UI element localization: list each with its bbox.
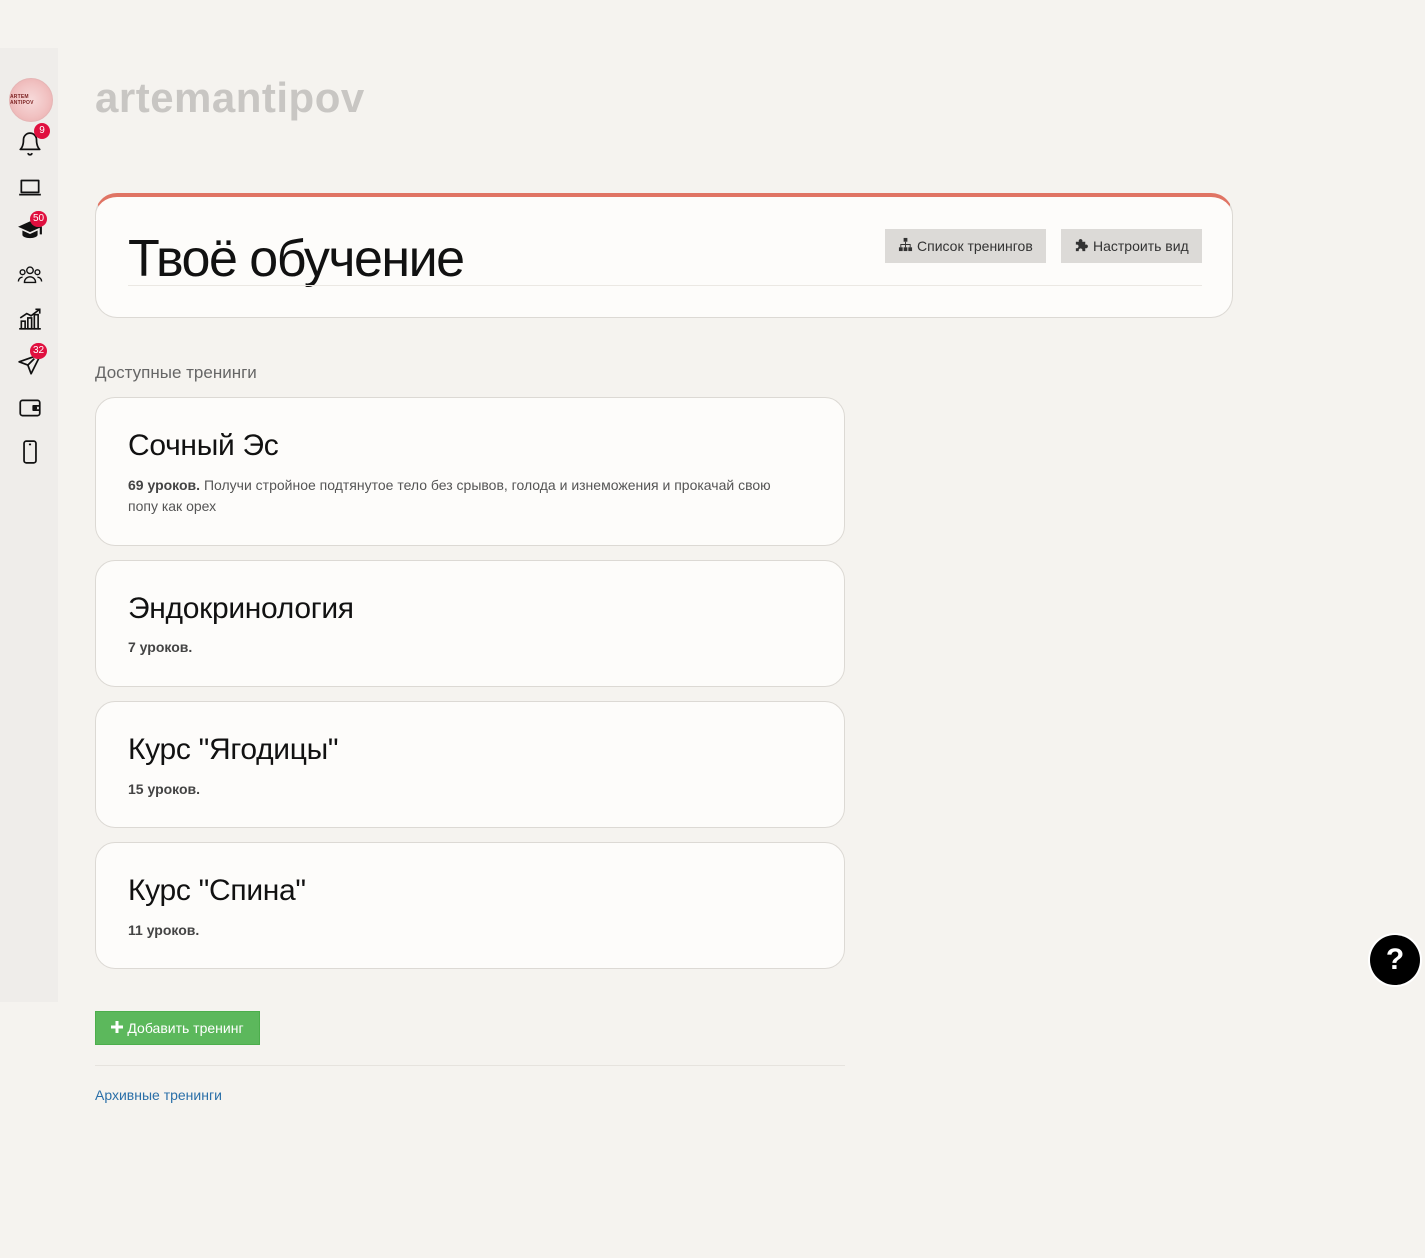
customize-view-button[interactable]: Настроить вид bbox=[1061, 229, 1202, 263]
customize-view-label: Настроить вид bbox=[1093, 238, 1189, 254]
divider bbox=[95, 1065, 845, 1066]
course-description: 7 уроков. bbox=[128, 637, 804, 658]
course-title: Эндокринология bbox=[128, 592, 354, 625]
course-title: Курс "Спина" bbox=[128, 874, 306, 907]
course-card[interactable]: Курс "Спина" 11 уроков. bbox=[95, 842, 845, 969]
course-card[interactable]: Курс "Ягодицы" 15 уроков. bbox=[95, 701, 845, 828]
course-summary: Получи стройное подтянутое тело без срыв… bbox=[128, 477, 771, 514]
messages-badge: 32 bbox=[30, 343, 48, 359]
avatar[interactable]: ARTEM ANTIPOV bbox=[9, 78, 53, 122]
course-card[interactable]: Эндокринология 7 уроков. bbox=[95, 560, 845, 687]
avatar-label: ARTEM ANTIPOV bbox=[10, 94, 34, 106]
wallet-icon bbox=[17, 395, 43, 426]
phone-icon bbox=[17, 439, 43, 470]
school-title: artemantipov bbox=[95, 74, 365, 121]
laptop-icon bbox=[17, 174, 43, 205]
sidebar-item-sales[interactable] bbox=[13, 393, 47, 427]
available-trainings-label: Доступные тренинги bbox=[95, 363, 257, 382]
header-card: Твоё обучение Список тренингов Настроить… bbox=[95, 193, 1233, 318]
course-description: 11 уроков. bbox=[128, 920, 804, 941]
notifications-badge: 9 bbox=[34, 123, 50, 139]
sidebar: ARTEM ANTIPOV 9 50 32 bbox=[0, 48, 58, 1002]
add-training-button[interactable]: Добавить тренинг bbox=[95, 1011, 260, 1045]
header-divider bbox=[128, 285, 1202, 286]
course-lessons-count: 15 уроков. bbox=[128, 781, 201, 797]
chart-icon bbox=[17, 306, 43, 337]
trainings-list-label: Список тренингов bbox=[917, 238, 1033, 254]
course-title: Курс "Ягодицы" bbox=[128, 733, 339, 766]
sitemap-icon bbox=[898, 237, 913, 255]
archived-trainings-link[interactable]: Архивные тренинги bbox=[95, 1087, 222, 1103]
sidebar-item-statistics[interactable] bbox=[13, 304, 47, 338]
question-icon: ? bbox=[1385, 943, 1405, 976]
plus-icon bbox=[111, 1020, 124, 1036]
course-title: Сочный Эс bbox=[128, 429, 279, 462]
sidebar-item-users[interactable] bbox=[13, 260, 47, 294]
sidebar-item-notifications[interactable]: 9 bbox=[13, 123, 50, 163]
sidebar-item-learning[interactable]: 50 bbox=[13, 211, 48, 249]
help-button[interactable]: ? bbox=[1370, 935, 1420, 985]
add-training-label: Добавить тренинг bbox=[127, 1020, 244, 1036]
course-card[interactable]: Сочный Эс 69 уроков. Получи стройное под… bbox=[95, 397, 845, 546]
course-lessons-count: 7 уроков. bbox=[128, 639, 193, 655]
users-icon bbox=[17, 262, 43, 293]
learning-badge: 50 bbox=[30, 211, 48, 227]
sidebar-item-mobile[interactable] bbox=[13, 437, 47, 471]
trainings-list-button[interactable]: Список тренингов bbox=[885, 229, 1046, 263]
sidebar-item-webinars[interactable] bbox=[13, 172, 47, 206]
course-description: 15 уроков. bbox=[128, 779, 804, 800]
course-lessons-count: 11 уроков. bbox=[128, 922, 200, 938]
puzzle-icon bbox=[1074, 237, 1089, 255]
course-description: 69 уроков. Получи стройное подтянутое те… bbox=[128, 475, 804, 517]
course-lessons-count: 69 уроков. bbox=[128, 477, 201, 493]
sidebar-item-messages[interactable]: 32 bbox=[13, 343, 48, 383]
page-title: Твоё обучение bbox=[128, 230, 465, 288]
